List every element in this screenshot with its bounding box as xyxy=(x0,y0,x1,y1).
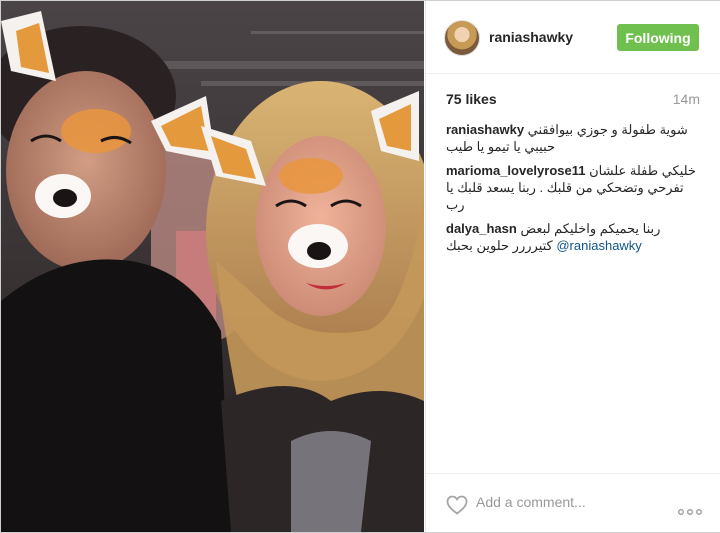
comment-item: raniashawky شوية طفولة و جوزي بيوافقني ح… xyxy=(446,121,702,155)
avatar[interactable] xyxy=(444,20,480,56)
comment-list: raniashawky شوية طفولة و جوزي بيوافقني ح… xyxy=(446,121,702,261)
more-options-icon[interactable] xyxy=(678,502,702,515)
selfie-photo-image xyxy=(1,1,424,532)
comment-username[interactable]: raniashawky xyxy=(446,122,524,137)
post-sidebar: raniashawky Following 75 likes 14m rania… xyxy=(425,1,720,532)
comment-bar: Add a comment... xyxy=(426,473,720,533)
post-photo[interactable] xyxy=(1,1,424,532)
post-header: raniashawky Following xyxy=(426,1,720,74)
username-link[interactable]: raniashawky xyxy=(489,29,573,45)
heart-icon[interactable] xyxy=(446,495,468,515)
following-button[interactable]: Following xyxy=(617,24,699,51)
likes-count[interactable]: 75 likes xyxy=(446,91,497,107)
comment-username[interactable]: marioma_lovelyrose11 xyxy=(446,163,585,178)
instagram-post: raniashawky Following 75 likes 14m rania… xyxy=(0,0,720,533)
comment-username[interactable]: dalya_hasn xyxy=(446,221,517,236)
comment-item: marioma_lovelyrose11 خليكي طفلة علشان تف… xyxy=(446,162,702,213)
comment-item: dalya_hasn ربنا يحميكم واخليكم لبعض كتير… xyxy=(446,220,702,254)
post-timestamp[interactable]: 14m xyxy=(673,91,700,107)
comment-mention-link[interactable]: @raniashawky xyxy=(556,238,641,253)
add-comment-input[interactable]: Add a comment... xyxy=(476,494,586,510)
